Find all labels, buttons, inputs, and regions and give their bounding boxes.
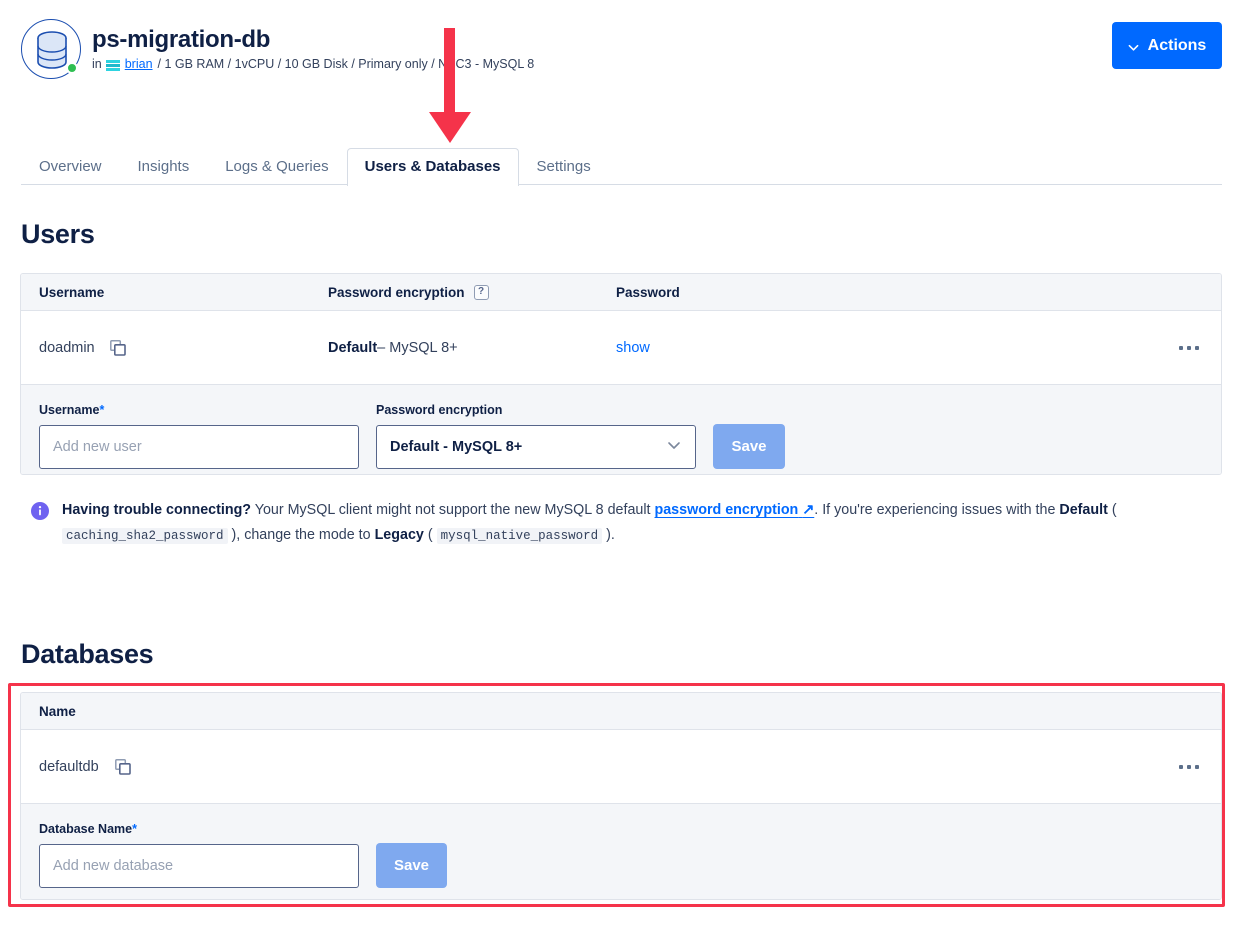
users-table: Username Password encryption ? Password … xyxy=(20,273,1222,475)
notice-text-2: . If you're experiencing issues with the xyxy=(814,502,1060,518)
notice-bold-legacy: Legacy xyxy=(374,527,424,543)
tab-overview[interactable]: Overview xyxy=(21,148,120,186)
databases-section-title: Databases xyxy=(21,639,154,669)
encryption-field-label: Password encryption xyxy=(376,403,503,417)
notice-lead: Having trouble connecting? xyxy=(62,502,252,518)
project-icon xyxy=(105,59,120,71)
save-database-button[interactable]: Save xyxy=(376,843,447,888)
database-name-field-group: Database Name* xyxy=(39,822,359,888)
page-header: ps-migration-db in brian / 1 GB RAM / 1v… xyxy=(0,0,1255,96)
code-mysql-native-password: mysql_native_password xyxy=(436,528,603,544)
column-header-password: Password xyxy=(616,284,680,300)
actions-button-label: Actions xyxy=(1147,36,1207,54)
notice-text-1: Your MySQL client might not support the … xyxy=(251,502,655,518)
new-database-input[interactable] xyxy=(39,844,359,888)
database-detail-page: ps-migration-db in brian / 1 GB RAM / 1v… xyxy=(0,0,1255,939)
help-icon[interactable]: ? xyxy=(473,284,489,300)
encryption-detail: – MySQL 8+ xyxy=(377,339,458,356)
password-encryption-link[interactable]: password encryption ↗ xyxy=(655,502,815,518)
actions-button[interactable]: Actions xyxy=(1112,22,1222,69)
database-specs: / 1 GB RAM / 1vCPU / 10 GB Disk / Primar… xyxy=(157,57,535,71)
save-user-button[interactable]: Save xyxy=(713,424,785,469)
add-database-form: Database Name* Save xyxy=(21,804,1221,899)
notice-text-3: ( xyxy=(1107,502,1117,518)
show-password-link[interactable]: show xyxy=(616,340,650,356)
info-icon xyxy=(31,502,49,520)
tab-bar: Overview Insights Logs & Queries Users &… xyxy=(21,145,1222,186)
password-encryption-select[interactable]: Default - MySQL 8+ xyxy=(376,425,696,469)
column-header-username: Username xyxy=(39,284,105,300)
tab-insights[interactable]: Insights xyxy=(120,148,208,186)
notice-text-4: ), change the mode to xyxy=(227,527,375,543)
external-link-icon: ↗ xyxy=(802,502,815,518)
tab-settings[interactable]: Settings xyxy=(519,148,609,186)
encryption-field-group: Password encryption Default - MySQL 8+ xyxy=(376,403,696,469)
notice-text-5: ( xyxy=(423,527,437,543)
kebab-menu-icon[interactable] xyxy=(1179,764,1199,769)
tab-logs-queries[interactable]: Logs & Queries xyxy=(207,148,346,186)
kebab-menu-icon[interactable] xyxy=(1179,345,1199,350)
code-caching-sha2-password: caching_sha2_password xyxy=(62,528,228,544)
database-name-value: defaultdb xyxy=(39,758,99,775)
database-name-field-label: Database Name* xyxy=(39,822,359,836)
new-username-input[interactable] xyxy=(39,425,359,469)
chevron-down-icon xyxy=(666,437,682,457)
status-online-dot xyxy=(66,62,78,74)
chevron-down-icon xyxy=(1128,40,1139,51)
password-encryption-link-label: password encryption xyxy=(654,502,799,518)
databases-table: Name defaultdb Database Name* Add new da… xyxy=(20,692,1222,900)
username-value: doadmin xyxy=(39,339,95,356)
tab-users-databases[interactable]: Users & Databases xyxy=(346,147,519,186)
add-user-form: Username* Password encryption Default - … xyxy=(21,385,1221,474)
column-header-name: Name xyxy=(39,703,76,719)
users-section-title: Users xyxy=(21,219,95,249)
project-link[interactable]: brian xyxy=(125,57,153,71)
cell-password: show xyxy=(616,340,1221,356)
copy-icon[interactable] xyxy=(109,339,126,356)
notice-text: Having trouble connecting? Your MySQL cl… xyxy=(62,498,1211,549)
username-field-label: Username* xyxy=(39,403,359,417)
connection-help-notice: Having trouble connecting? Your MySQL cl… xyxy=(31,498,1211,549)
users-table-header: Username Password encryption ? Password xyxy=(21,274,1221,311)
column-header-encryption-label: Password encryption xyxy=(328,284,465,300)
column-header-encryption: Password encryption ? xyxy=(328,284,616,300)
encryption-mode: Default xyxy=(328,339,378,356)
required-marker: * xyxy=(132,822,137,836)
page-title: ps-migration-db xyxy=(92,26,271,53)
required-marker: * xyxy=(99,403,105,417)
password-encryption-selected-value: Default - MySQL 8+ xyxy=(390,439,523,455)
username-field-group: Username* xyxy=(39,403,359,469)
database-subtitle: in brian / 1 GB RAM / 1vCPU / 10 GB Disk… xyxy=(92,57,534,71)
cell-username: doadmin xyxy=(21,340,328,356)
notice-text-6: ). xyxy=(602,527,615,543)
notice-bold-default: Default xyxy=(1059,502,1108,518)
cell-database-name: defaultdb xyxy=(21,759,131,775)
table-row: doadmin Default – MySQL 8+ show xyxy=(21,311,1221,385)
table-row: defaultdb xyxy=(21,730,1221,804)
database-name-label-text: Database Name xyxy=(39,822,133,836)
subtitle-prefix: in xyxy=(92,57,102,71)
username-label-text: Username xyxy=(39,403,100,417)
databases-table-header: Name xyxy=(21,693,1221,730)
copy-icon[interactable] xyxy=(114,758,131,775)
cell-encryption: Default – MySQL 8+ xyxy=(328,340,616,356)
